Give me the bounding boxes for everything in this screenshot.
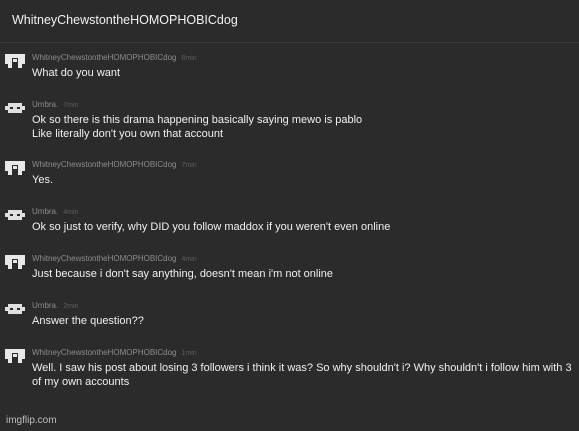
message-text: Ok so just to verify, why DID you follow… [32, 221, 391, 233]
message-item: WhitneyChewstontheHOMOPHOBICdog 4min Just… [0, 244, 579, 291]
whitney-avatar-icon[interactable] [5, 255, 25, 269]
chat-header: WhitneyChewstontheHOMOPHOBICdog [0, 0, 579, 43]
message-username[interactable]: Umbra. [32, 301, 58, 310]
message-meta: WhitneyChewstontheHOMOPHOBICdog 4min [32, 254, 197, 265]
message-item: Umbra. 2min Answer the question?? [0, 291, 579, 338]
umbra-avatar-icon[interactable] [5, 101, 25, 115]
umbra-avatar-icon[interactable] [5, 302, 25, 316]
message-time: 7min [181, 162, 197, 169]
message-text: Answer the question?? [32, 315, 144, 327]
message-time: 4min [181, 256, 197, 263]
umbra-avatar-icon[interactable] [5, 208, 25, 222]
message-text: What do you want [32, 67, 121, 79]
message-meta: Umbra. 2min [32, 301, 78, 312]
message-username[interactable]: WhitneyChewstontheHOMOPHOBICdog [32, 348, 177, 357]
message-item: Umbra. 4min Ok so just to verify, why DID… [0, 197, 579, 244]
message-username[interactable]: WhitneyChewstontheHOMOPHOBICdog [32, 53, 177, 62]
message-username[interactable]: WhitneyChewstontheHOMOPHOBICdog [32, 254, 177, 263]
message-time: 1min [181, 350, 197, 357]
message-meta: WhitneyChewstontheHOMOPHOBICdog 8min [32, 53, 197, 64]
message-text: Ok so there is this drama happening basi… [32, 114, 363, 140]
message-time: 4min [63, 209, 79, 216]
message-username[interactable]: Umbra. [32, 207, 58, 216]
message-text: Well. I saw his post about losing 3 foll… [32, 362, 572, 388]
message-time: 8min [181, 55, 197, 62]
message-meta: Umbra. 7min [32, 100, 78, 111]
message-text: Yes. [32, 174, 54, 186]
message-meta: Umbra. 4min [32, 207, 78, 218]
message-item: Umbra. 7min Ok so there is this drama hap… [0, 90, 579, 150]
imgflip-watermark: imgflip.com [6, 415, 57, 426]
message-item: WhitneyChewstontheHOMOPHOBICdog 1min Well… [0, 338, 579, 398]
whitney-avatar-icon[interactable] [5, 349, 25, 363]
message-username[interactable]: WhitneyChewstontheHOMOPHOBICdog [32, 160, 177, 169]
message-username[interactable]: Umbra. [32, 100, 58, 109]
message-list: WhitneyChewstontheHOMOPHOBICdog 8min What… [0, 43, 579, 398]
message-meta: WhitneyChewstontheHOMOPHOBICdog 7min [32, 160, 197, 171]
whitney-avatar-icon[interactable] [5, 54, 25, 68]
message-time: 2min [63, 303, 79, 310]
whitney-avatar-icon[interactable] [5, 161, 25, 175]
message-time: 7min [63, 102, 79, 109]
chat-title: WhitneyChewstontheHOMOPHOBICdog [12, 13, 238, 27]
message-text: Just because i don't say anything, doesn… [32, 268, 334, 280]
message-item: WhitneyChewstontheHOMOPHOBICdog 8min What… [0, 43, 579, 90]
message-meta: WhitneyChewstontheHOMOPHOBICdog 1min [32, 348, 197, 359]
message-item: WhitneyChewstontheHOMOPHOBICdog 7min Yes. [0, 150, 579, 197]
